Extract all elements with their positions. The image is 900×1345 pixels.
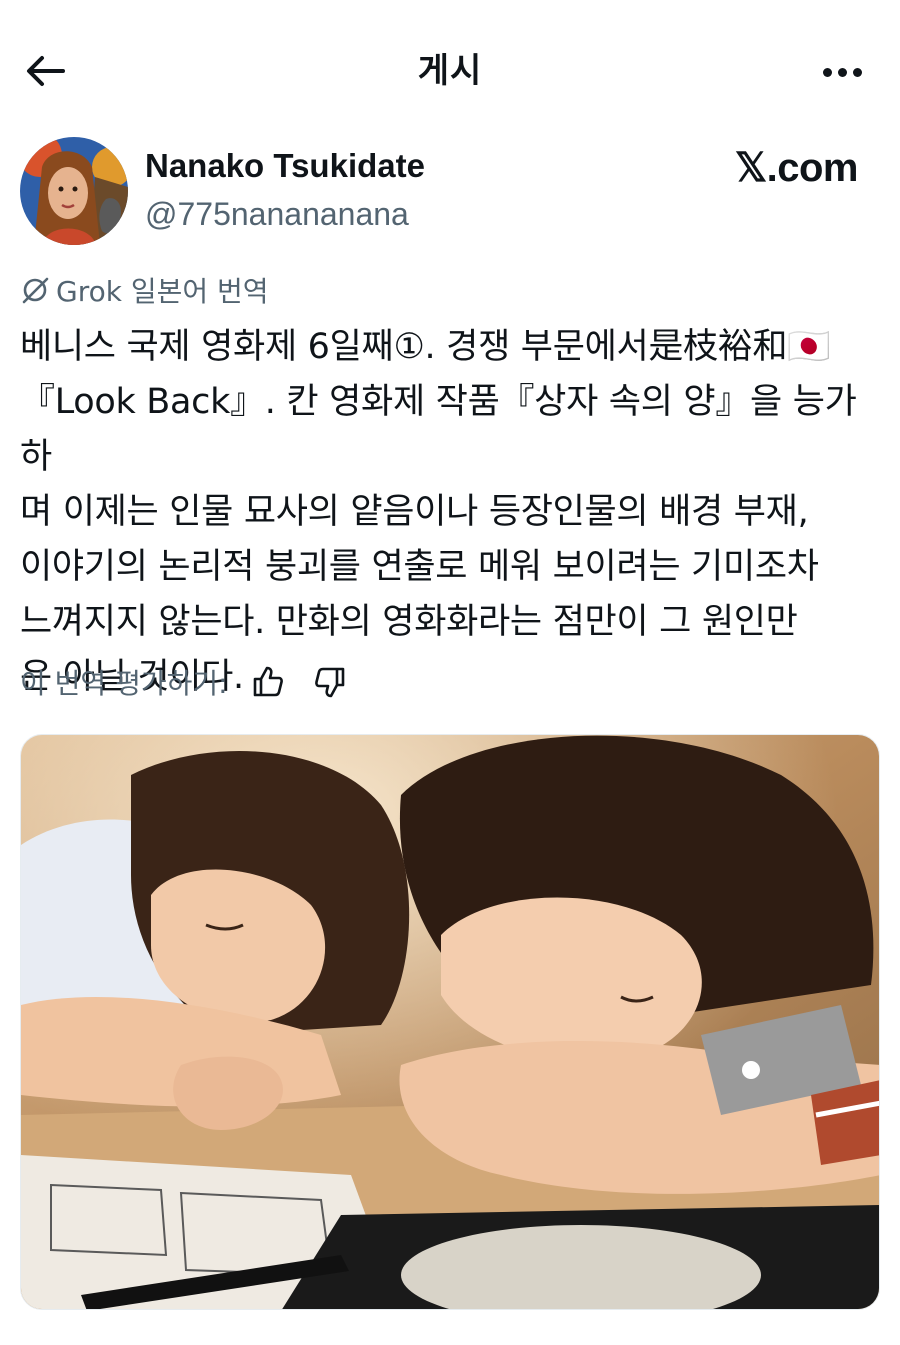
- translation-rating: 이 번역 평가하기:: [20, 660, 352, 704]
- post-detail-page: 게시 Nanako Tsukidate @775nanananana 𝕏.com: [0, 0, 900, 1345]
- source-watermark: 𝕏.com: [734, 146, 859, 190]
- more-dot: [852, 67, 862, 77]
- more-horizontal-icon: [822, 67, 832, 77]
- photo-two-girls-sleeping-on-desk: [21, 735, 879, 1309]
- thumbs-down-icon: [314, 667, 344, 698]
- more-dot: [837, 67, 847, 77]
- author-handle[interactable]: @775nanananana: [145, 192, 409, 236]
- thumbs-up-button[interactable]: [246, 660, 290, 704]
- post-photo[interactable]: [20, 734, 880, 1310]
- rating-label: 이 번역 평가하기:: [20, 667, 228, 700]
- top-bar: 게시: [0, 0, 900, 130]
- translation-label-text: Grok 일본어 번역: [56, 275, 269, 308]
- thumbs-down-button[interactable]: [308, 660, 352, 704]
- author-name[interactable]: Nanako Tsukidate: [145, 144, 425, 188]
- avatar[interactable]: [20, 137, 128, 245]
- grok-icon: [22, 277, 49, 304]
- avatar-illustration: [20, 137, 128, 245]
- thumbs-up-icon: [253, 666, 283, 697]
- post-text: 베니스 국제 영화제 6일째①. 경쟁 부문에서是枝裕和🇯🇵 『Look Bac…: [20, 327, 857, 697]
- translation-label[interactable]: Grok 일본어 번역: [20, 270, 269, 310]
- more-options-button[interactable]: [814, 50, 870, 94]
- page-title: 게시: [417, 51, 483, 91]
